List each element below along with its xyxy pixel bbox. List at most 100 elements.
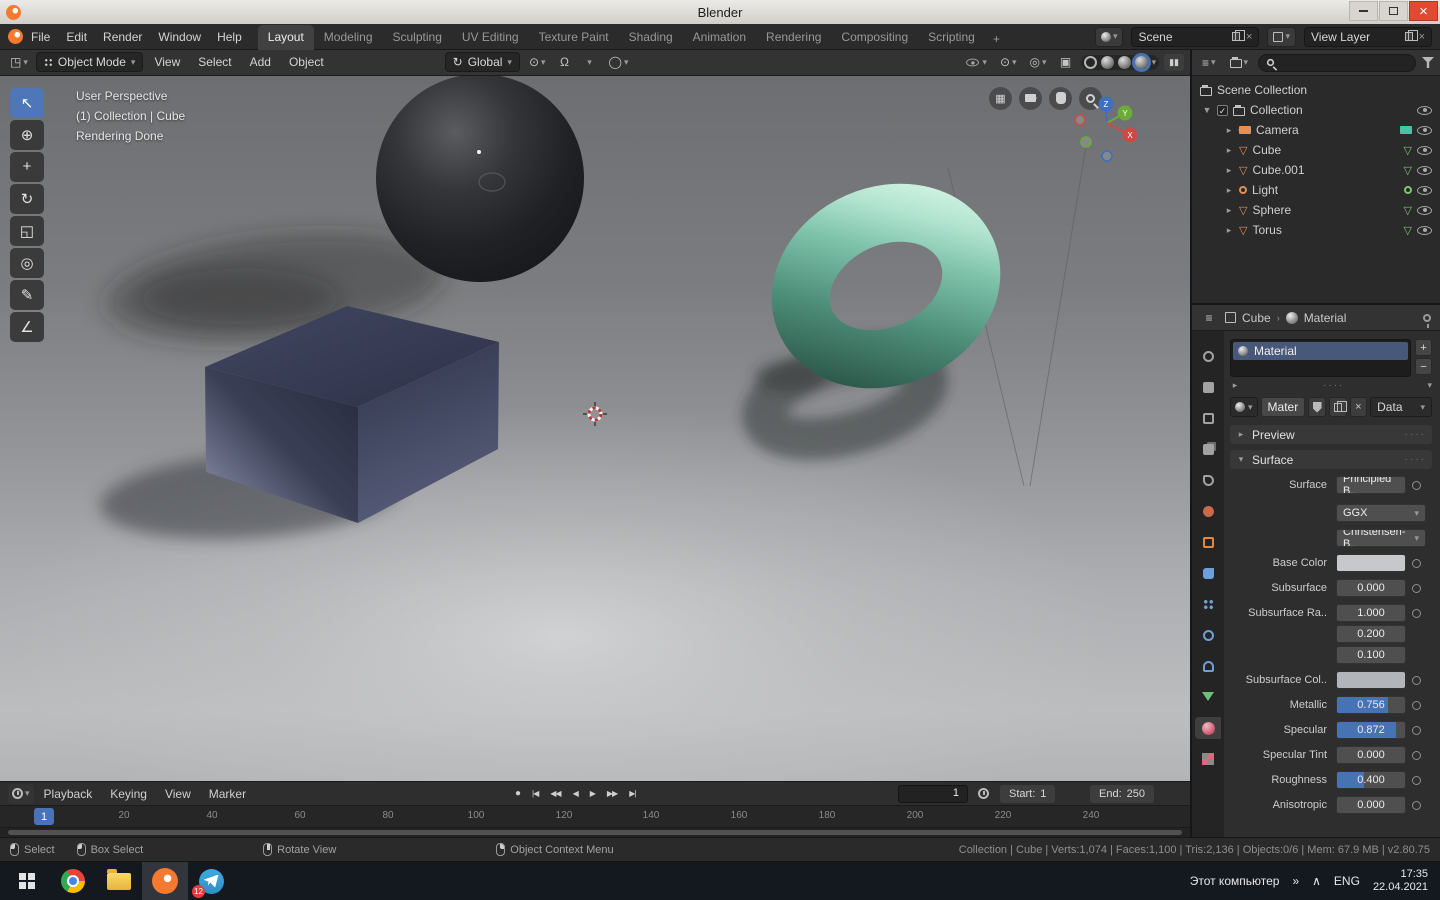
jump-to-start-button[interactable]: |◀ <box>527 786 543 801</box>
menu-keying[interactable]: Keying <box>102 787 155 801</box>
current-frame-field[interactable]: 1 <box>898 784 968 803</box>
keyframe-dot[interactable] <box>1412 480 1421 490</box>
play-button[interactable]: ▶ <box>585 786 600 801</box>
minimize-button[interactable] <box>1349 1 1378 21</box>
hide-toggle-eye-icon[interactable] <box>1417 185 1432 196</box>
disclosure-icon[interactable]: ▼ <box>1202 105 1212 115</box>
tray-computer-label[interactable]: Этот компьютер <box>1190 874 1280 888</box>
snap-toggle[interactable]: Ω <box>554 52 575 73</box>
menu-object[interactable]: Object <box>282 55 331 69</box>
xray-toggle[interactable]: ▣ <box>1055 52 1076 73</box>
material-slot-row[interactable]: Material <box>1233 342 1408 360</box>
outliner-row-collection[interactable]: ▼ ✓ Collection <box>1200 100 1440 120</box>
shading-rendered-button[interactable] <box>1134 55 1148 69</box>
menu-file[interactable]: File <box>23 30 58 44</box>
overlays-dropdown[interactable]: ◎ ▾ <box>1025 52 1051 73</box>
tab-constraints[interactable] <box>1195 655 1221 677</box>
specular-slider[interactable]: 0.872 <box>1336 721 1406 739</box>
orientation-dropdown[interactable]: ↻ Global ▾ <box>444 52 520 73</box>
viewport-3d[interactable]: ↖ ⊕ + ↻ ◱ ◎ ✎ ∠ User Perspective (1) Col… <box>0 75 1190 782</box>
add-slot-button[interactable]: + <box>1415 339 1432 356</box>
tool-cursor[interactable]: ⊕ <box>10 119 44 150</box>
pin-icon[interactable] <box>1423 313 1431 328</box>
menu-add[interactable]: Add <box>243 55 278 69</box>
disclosure-icon[interactable]: ▸ <box>1224 165 1234 176</box>
slot-expand-icon[interactable]: ▸ <box>1230 380 1240 391</box>
preview-section-header[interactable]: ▸ Preview ···· <box>1230 425 1432 444</box>
hide-toggle-eye-icon[interactable] <box>1417 165 1432 176</box>
keyframe-dot[interactable] <box>1412 750 1421 760</box>
tab-scripting[interactable]: Scripting <box>918 25 985 50</box>
surface-section-header[interactable]: ▾ Surface ···· <box>1230 450 1432 469</box>
menu-view[interactable]: View <box>147 55 187 69</box>
sphere-object[interactable] <box>376 75 584 282</box>
surface-shader-dropdown[interactable]: Principled B.. <box>1336 476 1406 494</box>
subsurface-radius-field-2[interactable]: 0.200 <box>1336 625 1406 643</box>
tab-output[interactable] <box>1195 407 1221 429</box>
tab-animation[interactable]: Animation <box>683 25 756 50</box>
tool-measure[interactable]: ∠ <box>10 311 44 342</box>
menu-select[interactable]: Select <box>191 55 238 69</box>
prev-keyframe-button[interactable]: ◀◀ <box>545 786 565 801</box>
tab-texture[interactable] <box>1195 748 1221 770</box>
tool-select-box[interactable]: ↖ <box>10 87 44 118</box>
properties-editor-type-button[interactable]: ≡ <box>1199 307 1219 328</box>
scrollbar-handle[interactable] <box>8 830 1182 835</box>
clock[interactable]: 17:35 22.04.2021 <box>1373 868 1428 894</box>
toggle-grid-button[interactable]: ▦ <box>989 86 1012 110</box>
disclosure-icon[interactable]: ▸ <box>1224 125 1234 136</box>
tab-tool[interactable] <box>1195 345 1221 367</box>
disclosure-icon[interactable]: ▸ <box>1224 205 1234 216</box>
mode-dropdown[interactable]: Object Mode ▾ <box>35 52 144 73</box>
tab-material[interactable] <box>1195 717 1221 739</box>
current-frame-indicator[interactable]: 1 <box>34 808 55 826</box>
start-button[interactable] <box>4 862 50 900</box>
axis-z-negative[interactable] <box>1101 150 1113 162</box>
jump-to-end-button[interactable]: ▶| <box>624 786 640 801</box>
tab-particles[interactable] <box>1195 593 1221 615</box>
subsurface-radius-field-1[interactable]: 1.000 <box>1336 604 1406 622</box>
roughness-slider[interactable]: 0.400 <box>1336 771 1406 789</box>
frame-end-field[interactable]: End: 250 <box>1090 784 1154 803</box>
keyframe-dot[interactable] <box>1412 775 1421 785</box>
proportional-edit-toggle[interactable]: ◯ ▾ <box>604 52 633 73</box>
menu-help[interactable]: Help <box>209 30 250 44</box>
tab-texture-paint[interactable]: Texture Paint <box>529 25 619 50</box>
outliner-root-row[interactable]: Scene Collection <box>1200 80 1440 100</box>
menu-marker[interactable]: Marker <box>201 787 254 801</box>
pivot-point-dropdown[interactable]: ⊙ ▾ <box>524 52 550 73</box>
specular-tint-slider[interactable]: 0.000 <box>1336 746 1406 764</box>
disclosure-icon[interactable]: ▸ <box>1224 145 1234 156</box>
tab-physics[interactable] <box>1195 624 1221 646</box>
frame-start-field[interactable]: Start: 1 <box>1000 784 1056 803</box>
tool-move[interactable]: + <box>10 151 44 182</box>
timeline-scrollbar[interactable] <box>0 827 1190 837</box>
menu-edit[interactable]: Edit <box>58 30 95 44</box>
tab-object-data[interactable] <box>1195 686 1221 708</box>
tab-view-layer[interactable] <box>1195 438 1221 460</box>
hide-toggle-eye-icon[interactable] <box>1417 145 1432 156</box>
tool-annotate[interactable]: ✎ <box>10 279 44 310</box>
close-button[interactable]: × <box>1409 1 1438 21</box>
subsurface-radius-field-3[interactable]: 0.100 <box>1336 646 1406 664</box>
timeline-editor-type-button[interactable]: ▾ <box>8 783 34 804</box>
scene-browse-button[interactable]: ▾ <box>1094 26 1124 47</box>
tool-transform[interactable]: ◎ <box>10 247 44 278</box>
hide-toggle-eye-icon[interactable] <box>1417 205 1432 216</box>
outliner-search-input[interactable] <box>1258 53 1416 72</box>
tray-overflow-icon[interactable]: » <box>1292 874 1299 888</box>
pause-render-button[interactable]: ▮▮ <box>1164 53 1184 71</box>
keyframe-dot[interactable] <box>1412 583 1421 593</box>
outliner-row-light[interactable]: ▸ Light <box>1200 180 1440 200</box>
remove-slot-button[interactable]: − <box>1415 358 1432 375</box>
unlink-material-button[interactable]: × <box>1349 397 1368 417</box>
keyframe-dot[interactable] <box>1412 700 1421 710</box>
outliner-row-cube[interactable]: ▸ ▽ Cube ▽ <box>1200 140 1440 160</box>
outliner-row-sphere[interactable]: ▸ ▽ Sphere ▽ <box>1200 200 1440 220</box>
outliner-row-cube001[interactable]: ▸ ▽ Cube.001 ▽ <box>1200 160 1440 180</box>
outliner-row-torus[interactable]: ▸ ▽ Torus ▽ <box>1200 220 1440 240</box>
subsurface-slider[interactable]: 0.000 <box>1336 579 1406 597</box>
blender-menu-icon[interactable] <box>8 29 23 44</box>
tool-scale[interactable]: ◱ <box>10 215 44 246</box>
outliner-display-mode-button[interactable]: ▾ <box>1225 52 1253 73</box>
